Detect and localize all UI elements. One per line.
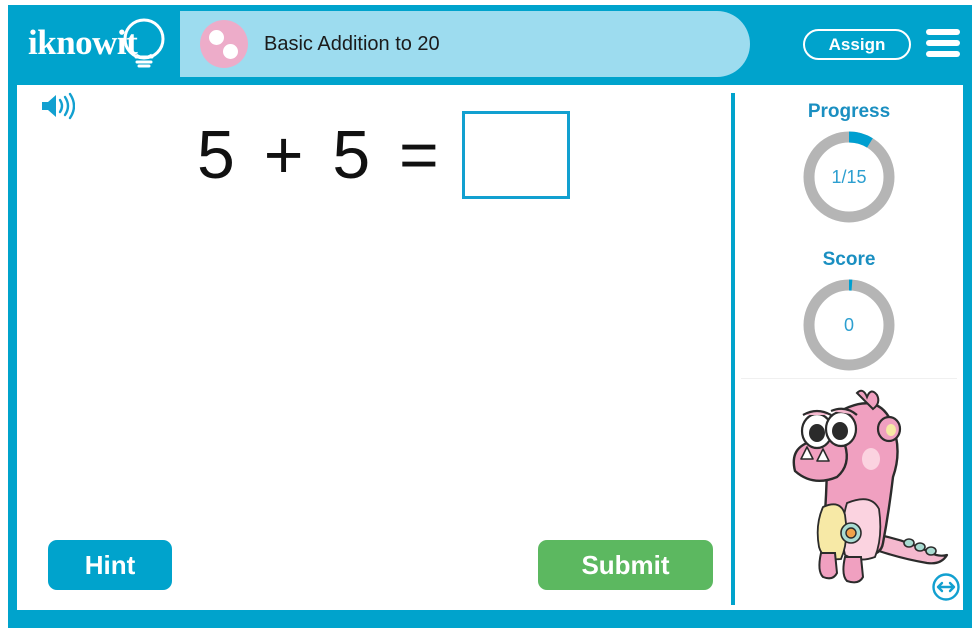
hint-button[interactable]: Hint <box>48 540 172 590</box>
lightbulb-icon <box>123 18 165 68</box>
app-frame: iknowit Basic Addition to 20 Assign 5 + … <box>8 5 972 628</box>
app-body: 5 + 5 = Hint Submit Progress 1/15 Score <box>17 85 963 610</box>
equation-text: 5 + 5 = <box>197 117 444 193</box>
progress-value: 1/15 <box>831 166 867 187</box>
assign-button[interactable]: Assign <box>803 29 911 60</box>
badge-dot <box>223 44 238 59</box>
pink-monster-mascot <box>792 389 949 584</box>
question-panel: 5 + 5 = Hint Submit <box>17 85 731 610</box>
progress-gauge: 1/15 <box>799 127 899 227</box>
app-logo[interactable]: iknowit <box>26 15 178 75</box>
two-dots-circle-icon <box>200 20 248 68</box>
speaker-icon[interactable] <box>39 91 75 121</box>
page-title: Basic Addition to 20 <box>264 33 440 55</box>
menu-bar <box>926 51 960 57</box>
progress-label: Progress <box>807 101 891 122</box>
equation-row: 5 + 5 = <box>197 107 570 203</box>
topic-title-bar: Basic Addition to 20 <box>180 11 750 77</box>
sidebar: Progress 1/15 Score 0 <box>735 85 963 610</box>
score-value: 0 <box>843 314 854 335</box>
badge-dot <box>209 30 224 45</box>
menu-bar <box>926 29 960 35</box>
score-gauge: 0 <box>799 275 899 375</box>
sidebar-divider <box>741 378 957 379</box>
app-header: iknowit Basic Addition to 20 Assign <box>8 5 972 85</box>
menu-bar <box>926 40 960 46</box>
resize-horizontal-icon[interactable] <box>931 572 961 602</box>
submit-button[interactable]: Submit <box>538 540 713 590</box>
hamburger-menu-icon[interactable] <box>926 28 960 59</box>
score-label: Score <box>822 249 876 270</box>
answer-input[interactable] <box>461 111 570 199</box>
